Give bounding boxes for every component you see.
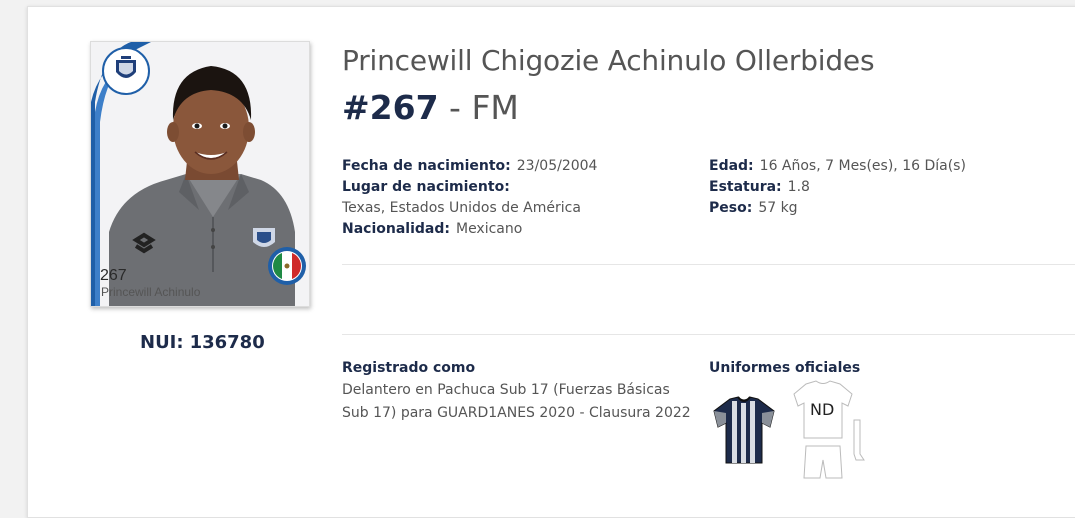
height-value: 1.8 (787, 179, 810, 195)
birth-date-row: Fecha de nacimiento: 23/05/2004 (342, 156, 597, 177)
player-position: FM (471, 88, 519, 127)
home-jersey-icon (713, 396, 775, 464)
away-kit-icon (793, 380, 865, 479)
registration-title: Registrado como (342, 360, 476, 376)
nui-label: NUI: (140, 332, 184, 353)
birth-date-value: 23/05/2004 (516, 158, 598, 174)
age-label: Edad: (709, 158, 754, 174)
nationality-value: Mexicano (455, 221, 523, 237)
birth-date-label: Fecha de nacimiento: (342, 158, 511, 174)
age-value: 16 Años, 7 Mes(es), 16 Día(s) (759, 158, 966, 174)
divider (342, 264, 1075, 265)
player-number-position: #267 - FM (342, 88, 519, 127)
mexico-flag-icon (268, 247, 306, 285)
uniforms-title: Uniformes oficiales (709, 360, 861, 376)
weight-row: Peso: 57 kg (709, 198, 966, 219)
birth-place-value: Texas, Estados Unidos de América (342, 200, 581, 216)
weight-label: Peso: (709, 200, 753, 216)
weight-value: 57 kg (758, 200, 798, 216)
player-number: #267 (342, 88, 439, 127)
nui-value: 136780 (189, 332, 265, 353)
nui-id: NUI: 136780 (140, 332, 265, 353)
height-row: Estatura: 1.8 (709, 177, 966, 198)
height-label: Estatura: (709, 179, 782, 195)
player-full-name: Princewill Chigozie Achinulo Ollerbides (342, 44, 875, 77)
age-row: Edad: 16 Años, 7 Mes(es), 16 Día(s) (709, 156, 966, 177)
player-details-left: Fecha de nacimiento: 23/05/2004 Lugar de … (342, 156, 597, 240)
divider (342, 334, 1075, 335)
registration-text: Delantero en Pachuca Sub 17 (Fuerzas Bás… (342, 382, 691, 421)
nationality-label: Nacionalidad: (342, 221, 450, 237)
nationality-row: Nacionalidad: Mexicano (342, 219, 597, 240)
number-separator: - (438, 88, 472, 127)
birth-place-row: Lugar de nacimiento: (342, 177, 597, 198)
sticker-number: 267 (100, 267, 127, 284)
sticker-player-name: Princewill Achinulo (101, 285, 201, 299)
birth-place-label: Lugar de nacimiento: (342, 179, 510, 195)
player-sticker-photo: 267 Princewill Achinulo (90, 41, 310, 307)
away-kit-label: ND (810, 400, 835, 419)
player-details-right: Edad: 16 Años, 7 Mes(es), 16 Día(s) Estat… (709, 156, 966, 219)
pachuca-crest-icon (102, 47, 150, 95)
